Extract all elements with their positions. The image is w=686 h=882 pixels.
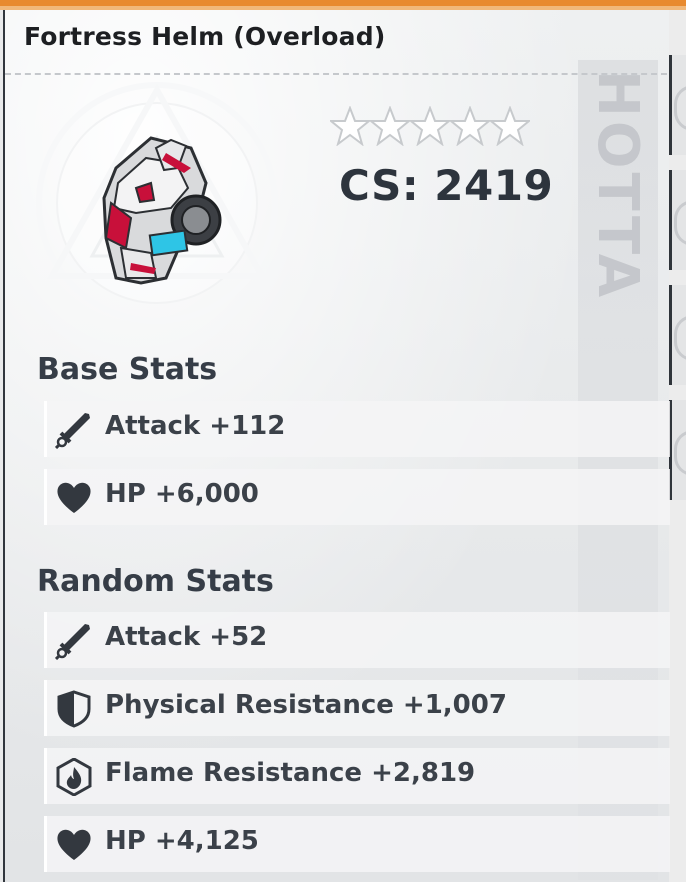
base-stat-row: Attack +112 — [44, 401, 670, 457]
random-stat-row: HP +4,125 — [44, 816, 670, 872]
title-divider — [5, 73, 667, 75]
fortress-helm-icon — [102, 136, 222, 285]
stat-label: Flame Resistance +2,819 — [105, 758, 476, 788]
background-watermark-text: HOTTA — [585, 70, 650, 302]
star-icon — [490, 106, 530, 146]
star-icon — [370, 106, 410, 146]
side-tab-2[interactable] — [669, 170, 686, 270]
shield-icon — [57, 690, 91, 728]
side-tab-3[interactable] — [669, 285, 686, 385]
sword-icon — [55, 624, 90, 660]
combat-score: CS: 2419 — [339, 161, 554, 210]
star-icon — [330, 106, 370, 146]
flame-icon — [56, 758, 92, 796]
stat-label: Physical Resistance +1,007 — [105, 690, 507, 720]
heart-icon — [57, 482, 91, 513]
random-stat-row: Flame Resistance +2,819 — [44, 748, 670, 804]
base-stat-row: HP +6,000 — [44, 469, 670, 525]
stat-label: HP +6,000 — [105, 479, 259, 509]
star-icon — [410, 106, 450, 146]
top-accent-bar — [0, 0, 686, 10]
side-tab-4[interactable] — [669, 400, 686, 500]
side-tab-1[interactable] — [669, 55, 686, 155]
random-stats-heading: Random Stats — [37, 564, 274, 599]
side-tab-strip — [669, 10, 686, 882]
stat-label: Attack +52 — [105, 622, 268, 652]
random-stat-row: Attack +52 — [44, 612, 670, 668]
stat-label: HP +4,125 — [105, 826, 259, 856]
random-stat-row: Physical Resistance +1,007 — [44, 680, 670, 736]
sword-icon — [55, 413, 90, 449]
star-icon — [450, 106, 490, 146]
item-title: Fortress Helm (Overload) — [24, 22, 386, 51]
heart-icon — [57, 829, 91, 860]
rarity-stars — [330, 106, 530, 146]
stat-label: Attack +112 — [105, 411, 286, 441]
base-stats-heading: Base Stats — [37, 352, 218, 387]
